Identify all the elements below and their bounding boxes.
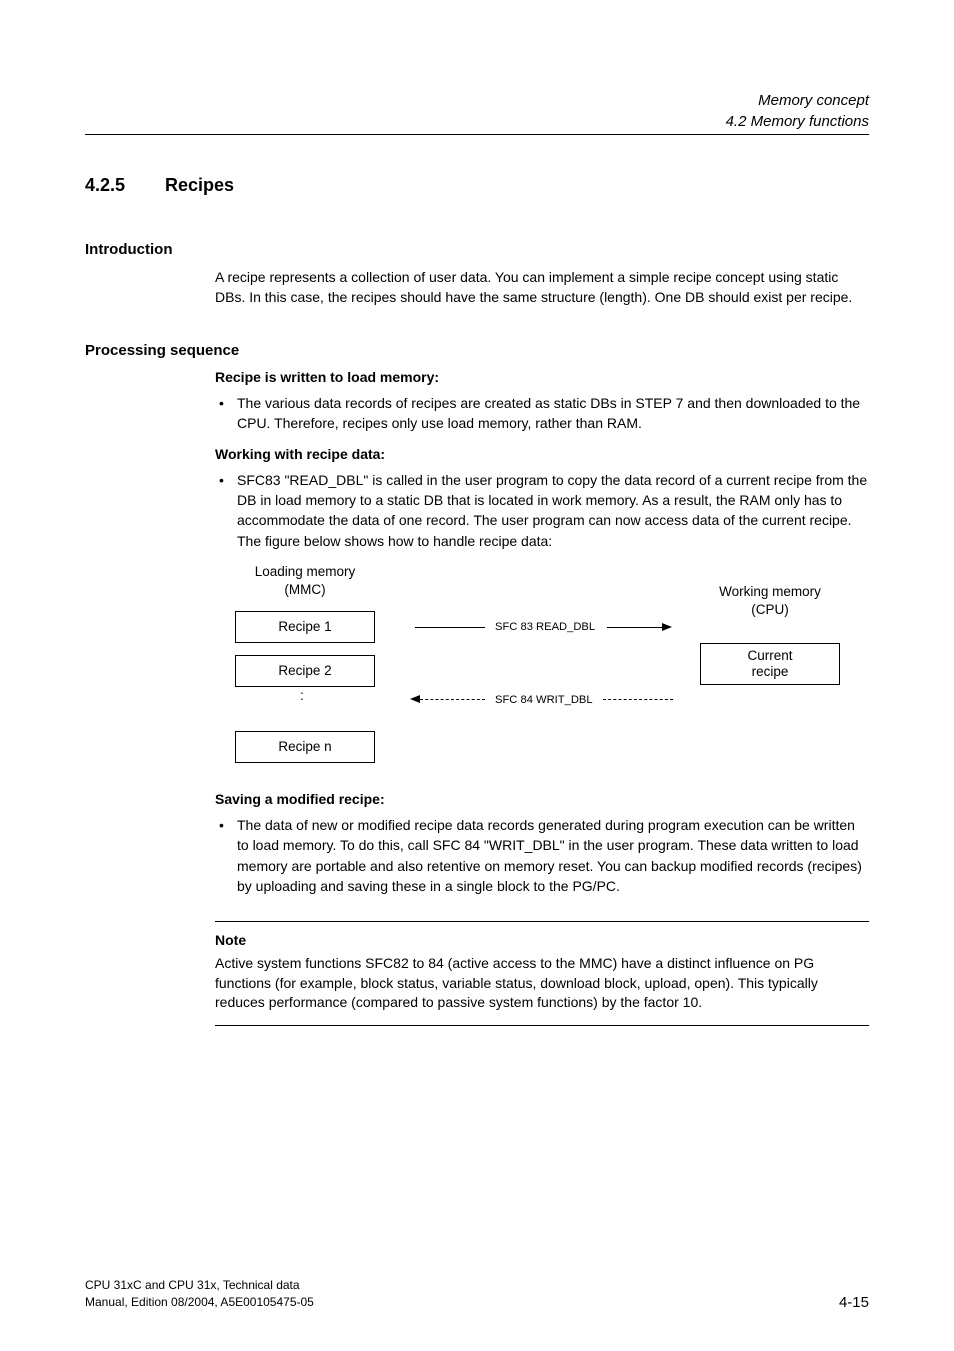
arrow-left-icon xyxy=(410,695,420,703)
recipe-2-box: Recipe 2 xyxy=(235,655,375,687)
working-data-heading: Working with recipe data: xyxy=(215,446,869,462)
processing-heading: Processing sequence xyxy=(85,342,869,359)
bullet-text: The data of new or modified recipe data … xyxy=(237,815,869,896)
bullet-icon: • xyxy=(215,815,237,896)
recipe-n-box: Recipe n xyxy=(235,731,375,763)
recipe-1-box: Recipe 1 xyxy=(235,611,375,643)
page-header: Memory concept 4.2 Memory functions xyxy=(85,90,869,135)
bullet-icon: • xyxy=(215,470,237,551)
introduction-block: Introduction A recipe represents a colle… xyxy=(85,241,869,307)
page-number: 4-15 xyxy=(839,1294,869,1311)
loading-memory-label: Loading memory (MMC) xyxy=(225,563,385,598)
label-text: Loading memory xyxy=(255,564,356,579)
label-text: (CPU) xyxy=(751,602,789,617)
arrow-line xyxy=(607,627,662,628)
arrow-line xyxy=(415,627,485,628)
recipe-written-heading: Recipe is written to load memory: xyxy=(215,369,869,385)
current-recipe-box: Current recipe xyxy=(700,643,840,685)
footer-doc-title: CPU 31xC and CPU 31x, Technical data xyxy=(85,1278,300,1292)
recipe-diagram: Loading memory (MMC) Working memory (CPU… xyxy=(215,563,855,773)
section-heading: 4.2.5 Recipes xyxy=(85,175,869,196)
note-title: Note xyxy=(215,932,869,948)
note-body: Active system functions SFC82 to 84 (act… xyxy=(215,954,869,1013)
footer-left: CPU 31xC and CPU 31x, Technical data Man… xyxy=(85,1277,314,1311)
arrow-line-dashed xyxy=(420,699,485,700)
page-footer: CPU 31xC and CPU 31x, Technical data Man… xyxy=(85,1277,869,1311)
bullet-item: • The data of new or modified recipe dat… xyxy=(215,815,869,896)
bullet-item: • The various data records of recipes ar… xyxy=(215,393,869,434)
note-block: Note Active system functions SFC82 to 84… xyxy=(215,921,869,1026)
arrow-right-icon xyxy=(662,623,672,631)
saving-recipe-heading: Saving a modified recipe: xyxy=(215,791,869,807)
bullet-text: SFC83 "READ_DBL" is called in the user p… xyxy=(237,470,869,551)
label-text: recipe xyxy=(752,664,789,679)
bullet-text: The various data records of recipes are … xyxy=(237,393,869,434)
processing-sequence-block: Processing sequence Recipe is written to… xyxy=(85,342,869,1026)
label-text: Working memory xyxy=(719,584,821,599)
introduction-heading: Introduction xyxy=(85,241,869,258)
bullet-icon: • xyxy=(215,393,237,434)
label-text: Current xyxy=(747,648,792,663)
label-text: (MMC) xyxy=(284,582,325,597)
working-memory-label: Working memory (CPU) xyxy=(685,583,855,618)
ellipsis: : xyxy=(300,693,304,700)
arrow-line-dashed xyxy=(603,699,673,700)
section-title: Recipes xyxy=(165,175,234,196)
section-number: 4.2.5 xyxy=(85,175,165,196)
introduction-text: A recipe represents a collection of user… xyxy=(215,268,869,307)
sfc84-label: SFC 84 WRIT_DBL xyxy=(495,694,593,706)
header-chapter: Memory concept xyxy=(85,90,869,111)
footer-doc-id: Manual, Edition 08/2004, A5E00105475-05 xyxy=(85,1295,314,1309)
header-section: 4.2 Memory functions xyxy=(85,111,869,132)
sfc83-label: SFC 83 READ_DBL xyxy=(495,621,595,633)
bullet-item: • SFC83 "READ_DBL" is called in the user… xyxy=(215,470,869,551)
